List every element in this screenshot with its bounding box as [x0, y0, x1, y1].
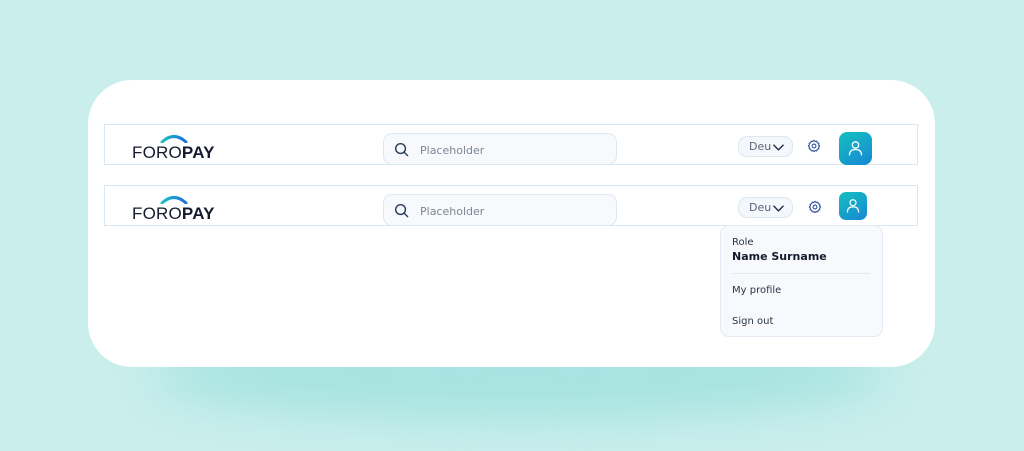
user-icon [846, 199, 860, 213]
logo-arc-icon [160, 196, 188, 204]
user-dropdown-menu: Role Name Surname My profile Sign out [720, 225, 883, 337]
user-icon [848, 141, 863, 156]
language-label: Deu [749, 201, 772, 214]
language-label: Deu [749, 140, 772, 153]
logo-text-light: FORO [132, 143, 182, 162]
menu-divider [732, 273, 870, 274]
logo-text-bold: PAY [181, 204, 215, 223]
chevron-down-icon [773, 144, 784, 151]
search-box [383, 133, 617, 165]
gear-icon[interactable] [808, 200, 822, 214]
language-select[interactable]: Deu [738, 197, 793, 218]
foropay-logo[interactable]: FOROPAY [132, 133, 215, 163]
search-box [383, 194, 617, 226]
language-select[interactable]: Deu [738, 136, 793, 157]
user-name: Name Surname [732, 250, 827, 263]
avatar-button[interactable] [839, 132, 872, 165]
logo-text-bold: PAY [181, 143, 215, 162]
logo-wordmark: FOROPAY [132, 204, 215, 224]
header-bar-menu-open: FOROPAY Deu [104, 185, 918, 226]
search-input[interactable] [418, 200, 612, 222]
chevron-down-icon [773, 205, 784, 212]
search-input[interactable] [418, 139, 612, 161]
user-role: Role [732, 237, 754, 248]
search-icon [394, 203, 409, 218]
logo-arc-icon [160, 135, 188, 143]
foropay-logo[interactable]: FOROPAY [132, 194, 215, 224]
logo-text-light: FORO [132, 204, 182, 223]
header-bar-default: FOROPAY Deu [104, 124, 918, 165]
avatar-button[interactable] [839, 192, 867, 220]
gear-icon[interactable] [807, 139, 821, 153]
menu-item-my-profile[interactable]: My profile [732, 285, 781, 296]
menu-item-sign-out[interactable]: Sign out [732, 316, 773, 327]
logo-wordmark: FOROPAY [132, 143, 215, 163]
search-icon [394, 142, 409, 157]
